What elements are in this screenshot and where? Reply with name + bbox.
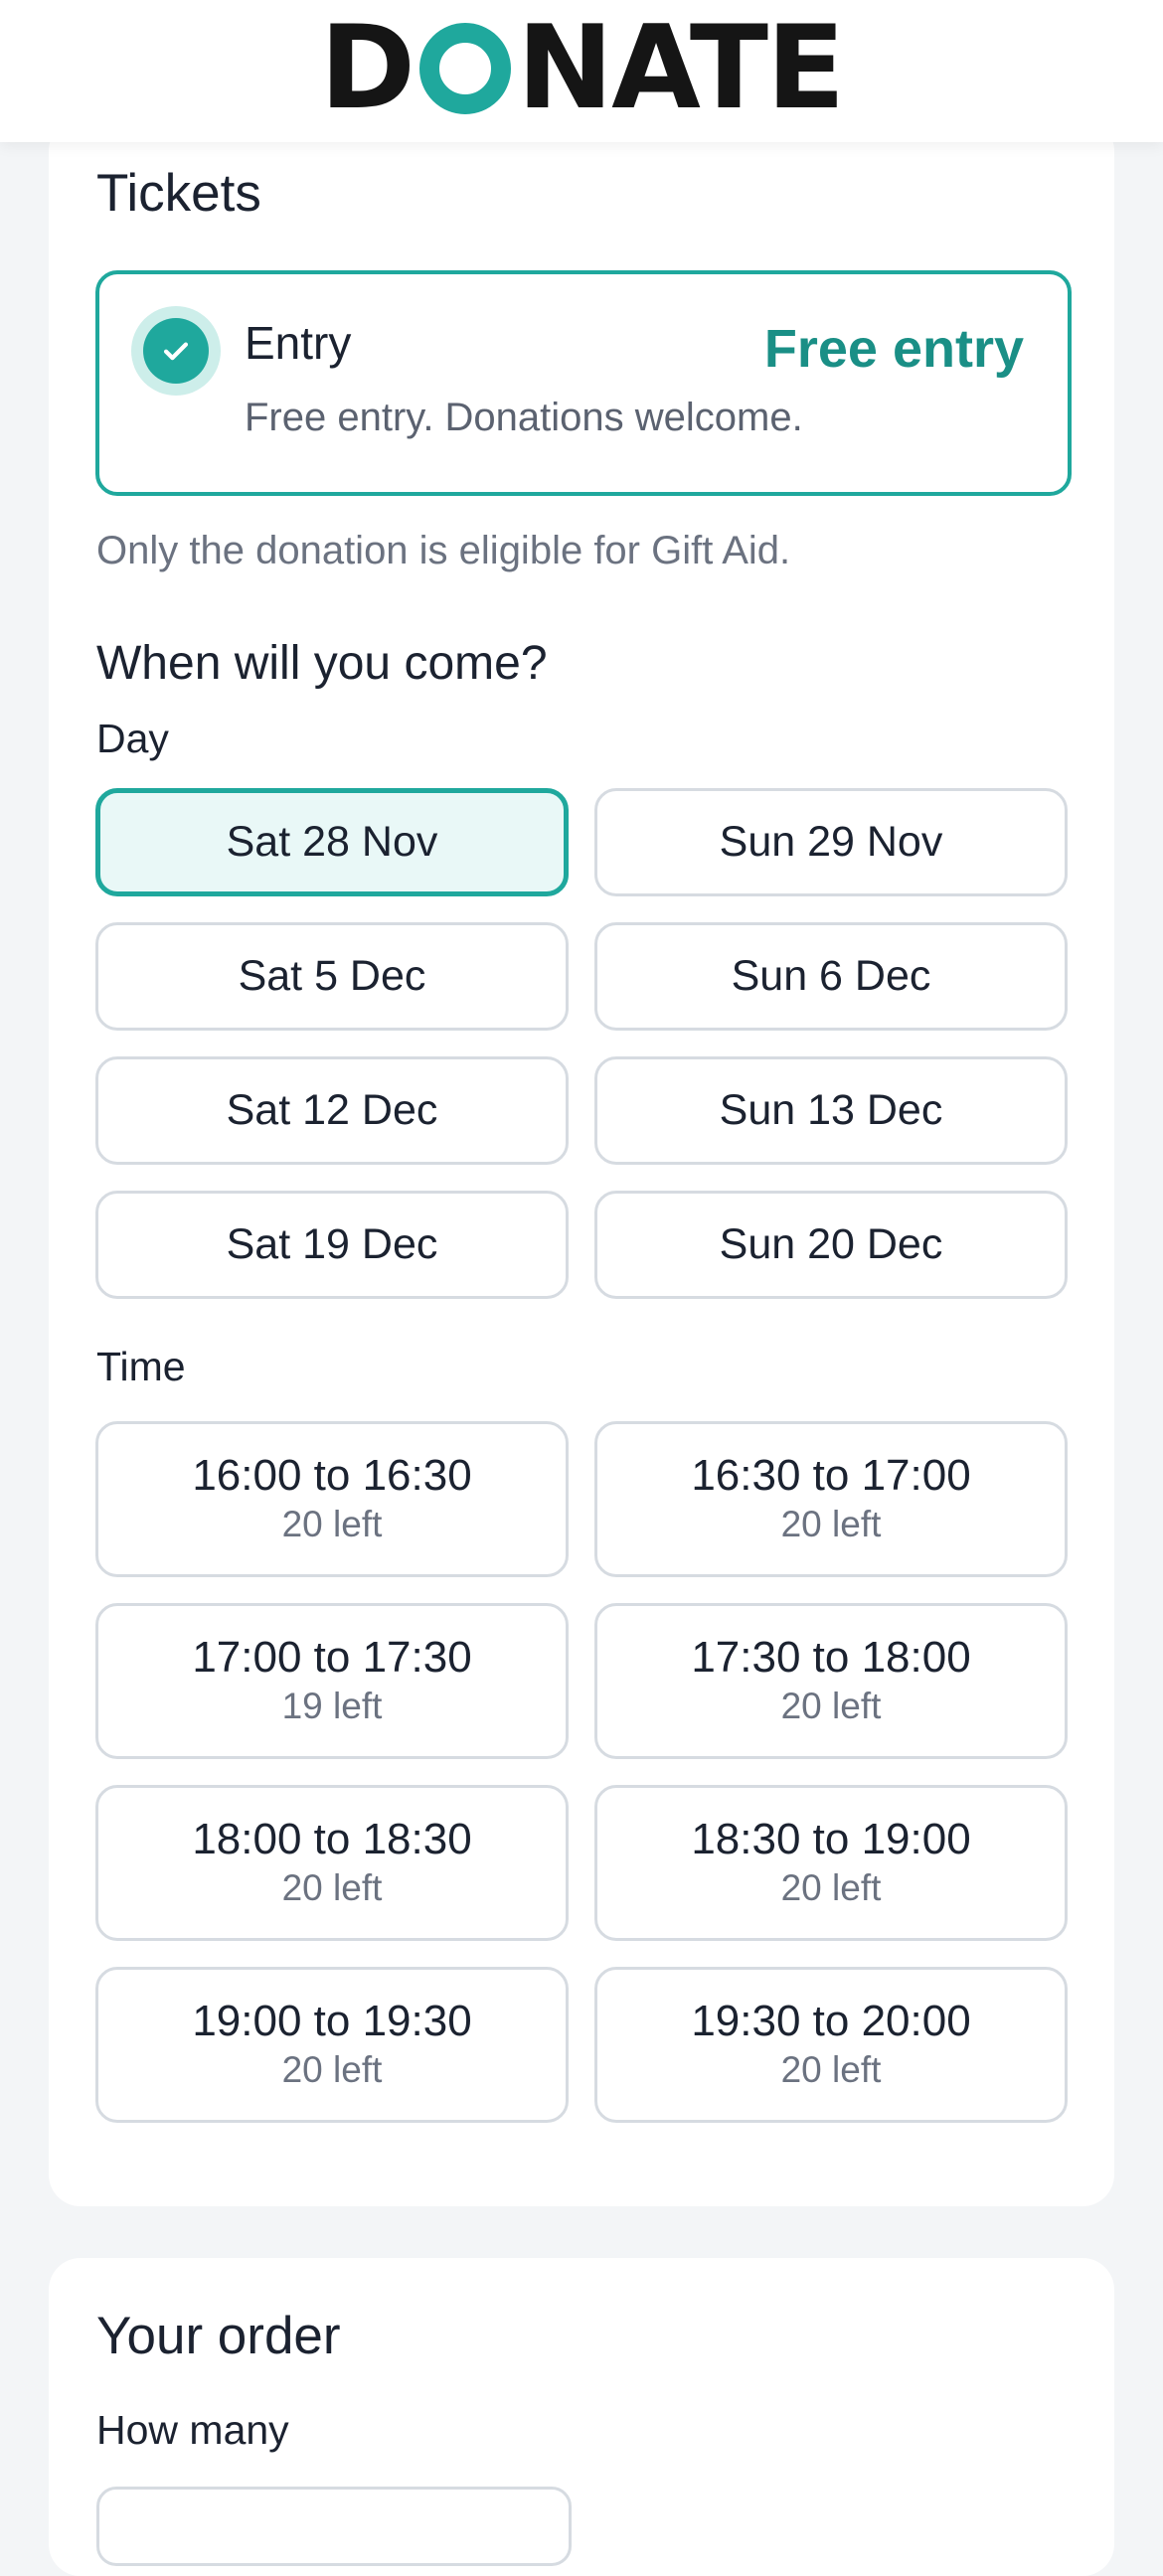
slot-availability: 20 left [780,1685,882,1726]
slot-time: 16:00 to 16:30 [192,1451,472,1501]
slot-time: 17:30 to 18:00 [691,1633,971,1683]
slot-availability: 20 left [281,1503,383,1544]
logo-letter-d: D [319,0,415,135]
day-option-label: Sat 5 Dec [238,952,426,1000]
day-option-label: Sun 13 Dec [719,1086,943,1134]
ticket-name: Entry [245,317,352,369]
day-option-label: Sat 12 Dec [226,1086,438,1134]
slot-time: 16:30 to 17:00 [691,1451,971,1501]
app-header: D NATE [0,0,1163,142]
gift-aid-note: Only the donation is eligible for Gift A… [96,529,791,572]
slot-availability: 20 left [780,2048,882,2090]
slot-time: 18:30 to 19:00 [691,1815,971,1864]
visit-question: When will you come? [96,637,548,690]
check-icon-glyph [163,342,189,361]
day-option[interactable]: Sat 28 Nov [95,788,569,896]
time-slot-option[interactable]: 17:00 to 17:30 19 left [95,1603,569,1759]
day-option-label: Sat 19 Dec [226,1220,438,1268]
check-icon [143,318,209,384]
time-slot-option[interactable]: 16:30 to 17:00 20 left [594,1421,1068,1577]
day-option[interactable]: Sat 5 Dec [95,922,569,1031]
how-many-label: How many [96,2407,289,2453]
day-option[interactable]: Sun 6 Dec [594,922,1068,1031]
time-slot-option[interactable]: 17:30 to 18:00 20 left [594,1603,1068,1759]
day-option[interactable]: Sat 12 Dec [95,1056,569,1165]
day-option-label: Sat 28 Nov [226,818,438,866]
slot-time: 19:30 to 20:00 [691,1997,971,2046]
day-option[interactable]: Sun 29 Nov [594,788,1068,896]
tickets-title: Tickets [96,164,261,223]
slot-availability: 20 left [281,2048,383,2090]
day-option[interactable]: Sun 13 Dec [594,1056,1068,1165]
day-option-label: Sun 6 Dec [731,952,931,1000]
ticket-option-entry[interactable]: Entry Free entry Free entry. Donations w… [95,270,1072,496]
quantity-select[interactable] [96,2487,572,2566]
slot-time: 19:00 to 19:30 [192,1997,472,2046]
time-slot-option[interactable]: 16:00 to 16:30 20 left [95,1421,569,1577]
slot-time: 18:00 to 18:30 [192,1815,472,1864]
time-slot-option[interactable]: 19:30 to 20:00 20 left [594,1967,1068,2123]
slot-availability: 20 left [281,1866,383,1908]
order-card: Your order How many [49,2258,1114,2576]
order-title: Your order [96,2307,341,2365]
day-option-label: Sun 20 Dec [719,1220,943,1268]
ticket-radio[interactable] [131,306,221,396]
logo-o-ring-icon [419,22,512,114]
time-slot-option[interactable]: 19:00 to 19:30 20 left [95,1967,569,2123]
donate-logo[interactable]: D NATE [319,0,846,135]
day-option-label: Sun 29 Nov [719,818,943,866]
tickets-card: Tickets Entry Free entry Free entry. Don… [49,119,1114,2206]
time-slot-option[interactable]: 18:00 to 18:30 20 left [95,1785,569,1941]
logo-letters-rest: NATE [517,0,845,135]
slot-availability: 20 left [780,1503,882,1544]
slot-time: 17:00 to 17:30 [192,1633,472,1683]
slot-availability: 20 left [780,1866,882,1908]
ticket-price: Free entry [763,319,1024,379]
ticket-description: Free entry. Donations welcome. [245,396,803,439]
time-slot-option[interactable]: 18:30 to 19:00 20 left [594,1785,1068,1941]
day-option[interactable]: Sun 20 Dec [594,1191,1068,1299]
slot-availability: 19 left [281,1685,383,1726]
day-option[interactable]: Sat 19 Dec [95,1191,569,1299]
time-label: Time [96,1344,186,1389]
day-label: Day [96,716,169,761]
